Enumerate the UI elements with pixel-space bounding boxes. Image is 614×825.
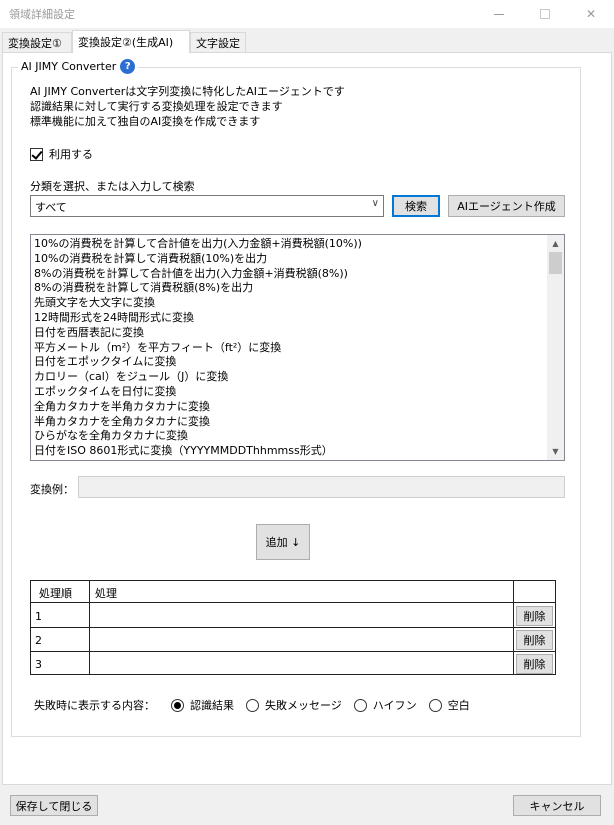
search-button[interactable]: 検索: [392, 195, 440, 217]
tab-panel: AI JIMY Converter ? AI JIMY Converterは文字…: [2, 52, 612, 785]
list-item[interactable]: 日付をエポックタイムに変換: [34, 355, 544, 370]
conversion-list: 10%の消費税を計算して合計値を出力(入力金額+消費税額(10%)) 10%の消費…: [34, 237, 544, 459]
radio-label: 失敗メッセージ: [265, 699, 342, 712]
category-combobox[interactable]: すべて ∨: [30, 195, 384, 217]
chevron-down-icon[interactable]: ∨: [372, 198, 379, 209]
radio-label: 空白: [447, 699, 470, 712]
scroll-thumb[interactable]: [549, 252, 562, 274]
tab-conversion-2-ai[interactable]: 変換設定②(生成AI): [72, 30, 190, 53]
failure-label: 失敗時に表示する内容：: [34, 699, 155, 712]
list-item[interactable]: エポックタイムを日付に変換: [34, 385, 544, 400]
title-bar: 領域詳細設定 ✕: [0, 0, 614, 28]
list-item[interactable]: 10%の消費税を計算して合計値を出力(入力金額+消費税額(10%)): [34, 237, 544, 252]
window-title: 領域詳細設定: [9, 8, 75, 21]
list-item[interactable]: 全角カタカナを半角カタカナに変換: [34, 400, 544, 415]
row-order: 3: [35, 658, 42, 671]
example-field: [78, 476, 565, 498]
list-item[interactable]: 日付をISO 8601形式に変換（YYYYMMDDThhmmss形式）: [34, 444, 544, 459]
maximize-button[interactable]: [522, 0, 568, 28]
list-item[interactable]: 8%の消費税を計算して消費税額(8%)を出力: [34, 281, 544, 296]
converter-group: AI JIMY Converter ? AI JIMY Converterは文字…: [11, 59, 581, 737]
radio-hyphen[interactable]: ハイフン: [353, 697, 417, 713]
list-item[interactable]: 12時間形式を24時間形式に変換: [34, 311, 544, 326]
scroll-down-icon[interactable]: ▼: [547, 443, 564, 460]
list-item[interactable]: ひらがなを全角カタカナに変換: [34, 429, 544, 444]
description-line-1: AI JIMY Converterは文字列変換に特化したAIエージェントです: [30, 85, 345, 98]
create-ai-agent-button[interactable]: AIエージェント作成: [448, 195, 565, 217]
table-row: 3 削除: [31, 652, 555, 676]
close-icon: ✕: [585, 7, 597, 21]
delete-button[interactable]: 削除: [516, 654, 553, 674]
minimize-button[interactable]: [476, 0, 522, 28]
failure-display-row: 失敗時に表示する内容： 認識結果 失敗メッセージ ハイフン 空白: [34, 697, 482, 713]
process-table: 処理順 処理 1 削除 2 削除 3 削除: [30, 580, 556, 675]
radio-blank[interactable]: 空白: [428, 697, 470, 713]
tab-character-settings[interactable]: 文字設定: [190, 32, 246, 52]
radio-recognition-result[interactable]: 認識結果: [171, 697, 234, 713]
list-item[interactable]: 平方メートル（m²）を平方フィート（ft²）に変換: [34, 341, 544, 356]
table-row: 1 削除: [31, 604, 555, 628]
list-item[interactable]: 8%の消費税を計算して合計値を出力(入力金額+消費税額(8%)): [34, 267, 544, 282]
conversion-listbox[interactable]: 10%の消費税を計算して合計値を出力(入力金額+消費税額(10%)) 10%の消費…: [30, 234, 565, 461]
table-row: 2 削除: [31, 628, 555, 652]
list-item[interactable]: 先頭文字を大文字に変換: [34, 296, 544, 311]
use-checkbox-row[interactable]: 利用する: [30, 146, 93, 162]
add-button[interactable]: 追加 ↓: [256, 524, 310, 560]
radio-button[interactable]: [353, 698, 367, 712]
example-label: 変換例：: [30, 483, 74, 496]
category-selected-value: すべて: [35, 201, 67, 214]
row-order: 2: [35, 634, 42, 647]
radio-label: ハイフン: [372, 699, 417, 712]
column-divider: [89, 581, 90, 674]
radio-button[interactable]: [428, 698, 442, 712]
cancel-button[interactable]: キャンセル: [513, 795, 601, 816]
row-order: 1: [35, 610, 42, 623]
help-icon[interactable]: ?: [120, 59, 136, 74]
radio-label: 認識結果: [190, 699, 234, 712]
radio-button[interactable]: [171, 698, 184, 712]
table-header: 処理順 処理: [31, 581, 555, 603]
description-line-3: 標準機能に加えて独自のAI変換を作成できます: [30, 115, 261, 128]
close-button[interactable]: ✕: [568, 0, 614, 28]
save-and-close-button[interactable]: 保存して閉じる: [10, 795, 98, 816]
minimize-icon: [494, 13, 504, 15]
list-item[interactable]: カロリー（cal）をジュール（J）に変換: [34, 370, 544, 385]
use-checkbox[interactable]: [30, 147, 43, 161]
scroll-up-icon[interactable]: ▲: [547, 235, 564, 252]
header-process: 処理: [95, 587, 117, 600]
radio-button[interactable]: [246, 698, 259, 712]
list-item[interactable]: 10%の消費税を計算して消費税額(10%)を出力: [34, 252, 544, 267]
list-item[interactable]: 半角カタカナを全角カタカナに変換: [34, 415, 544, 430]
use-checkbox-label: 利用する: [49, 148, 93, 161]
header-order: 処理順: [39, 587, 72, 600]
list-item[interactable]: 日付を西暦表記に変換: [34, 326, 544, 341]
description-line-2: 認識結果に対して実行する変換処理を設定できます: [30, 100, 283, 113]
group-title: AI JIMY Converter: [21, 60, 117, 73]
delete-button[interactable]: 削除: [516, 630, 553, 650]
delete-button[interactable]: 削除: [516, 606, 553, 626]
list-scrollbar[interactable]: ▲ ▼: [547, 235, 564, 460]
column-divider: [513, 581, 514, 674]
category-search-label: 分類を選択、または入力して検索: [30, 180, 195, 193]
tab-conversion-1[interactable]: 変換設定①: [2, 32, 72, 52]
radio-failure-message[interactable]: 失敗メッセージ: [246, 697, 342, 713]
maximize-icon: [540, 9, 550, 19]
group-legend: AI JIMY Converter ?: [18, 59, 139, 74]
